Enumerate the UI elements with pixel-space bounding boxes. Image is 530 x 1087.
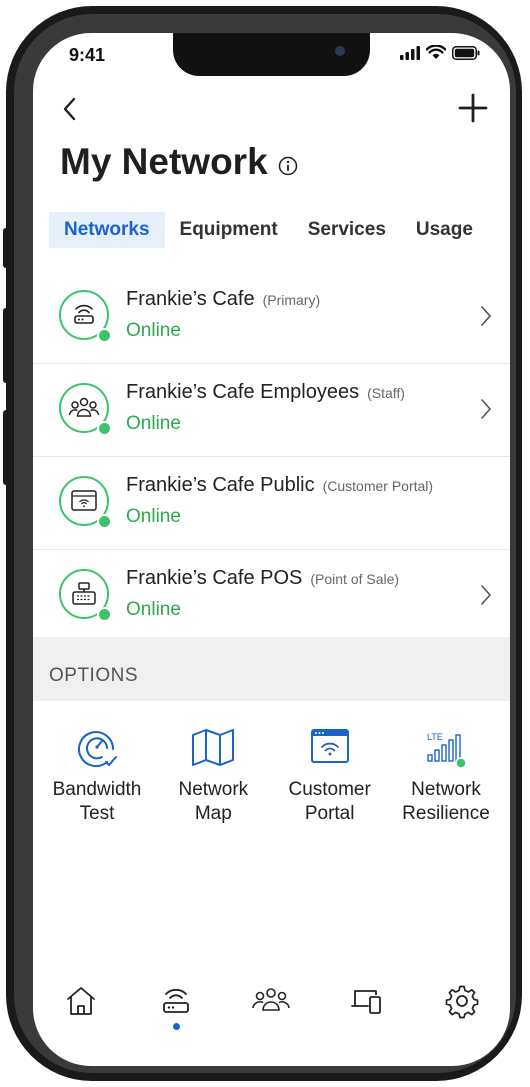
settings-icon: [445, 985, 479, 1019]
options-grid: Bandwidth Test Network Map Customer Port…: [33, 723, 510, 826]
map-icon: [192, 729, 235, 766]
option-icon-wrap: [306, 723, 354, 771]
people-icon: [68, 397, 100, 417]
tab-services[interactable]: Services: [293, 212, 401, 248]
option-label-line1: Customer: [288, 779, 371, 800]
option-label-line1: Bandwidth: [52, 779, 142, 800]
option-network-map[interactable]: Network Map: [157, 723, 269, 826]
mute-switch: [3, 228, 9, 268]
online-indicator: [97, 421, 112, 436]
active-nav-indicator: [172, 1023, 180, 1030]
camera-icon: [335, 46, 345, 56]
network-tag: (Customer Portal): [322, 478, 434, 494]
options-label: OPTIONS: [49, 665, 139, 686]
bottom-nav: [33, 983, 510, 1043]
option-icon-wrap: [189, 723, 237, 771]
option-bandwidth-test[interactable]: Bandwidth Test: [41, 723, 153, 826]
network-tag: (Point of Sale): [310, 571, 400, 587]
option-label-line2: Test: [79, 803, 115, 824]
portal-icon: [71, 490, 97, 511]
tab-networks[interactable]: Networks: [49, 212, 165, 248]
option-label-line2: Resilience: [402, 803, 490, 824]
lte-label: LTE: [427, 732, 443, 742]
network-row-employees[interactable]: Frankie’s Cafe Employees (Staff) Online: [33, 364, 510, 457]
network-name-text: Frankie’s Cafe POS: [126, 567, 303, 589]
network-name-text: Frankie’s Cafe Employees: [126, 381, 360, 403]
router-icon: [163, 988, 189, 1013]
people-icon: [252, 988, 291, 1011]
option-icon-wrap: LTE: [422, 723, 470, 771]
devices-icon: [350, 990, 381, 1014]
nav-people[interactable]: [241, 983, 301, 1039]
option-label: Customer Portal: [288, 778, 370, 826]
option-customer-portal[interactable]: Customer Portal: [274, 723, 386, 826]
tab-usage[interactable]: Usage: [401, 212, 488, 248]
network-tag: (Primary): [262, 292, 321, 308]
online-indicator: [97, 328, 112, 343]
network-status: Online: [126, 320, 181, 341]
volume-down-button: [3, 410, 9, 485]
network-name: Frankie’s Cafe Employees (Staff): [126, 381, 405, 404]
network-name-text: Frankie’s Cafe Public: [126, 474, 315, 496]
page-title-row: My Network: [60, 141, 298, 183]
nav-home[interactable]: [51, 983, 111, 1039]
speedometer-icon: [78, 731, 117, 767]
network-name: Frankie’s Cafe Public (Customer Portal): [126, 474, 433, 497]
wifi-status-icon: [426, 45, 446, 59]
tab-bar: Networks Equipment Services Usage: [49, 212, 488, 248]
network-name: Frankie’s Cafe POS (Point of Sale): [126, 567, 399, 590]
option-label-line2: Portal: [304, 803, 355, 824]
router-icon: [74, 304, 94, 324]
screen: 9:41 My Network Networks Equipment Servi…: [33, 33, 510, 1066]
network-name-text: Frankie’s Cafe: [126, 288, 255, 310]
status-time: 9:41: [69, 45, 106, 65]
option-label-line1: Network: [178, 779, 249, 800]
network-row-pos[interactable]: Frankie’s Cafe POS (Point of Sale) Online: [33, 550, 510, 642]
network-row-public[interactable]: Frankie’s Cafe Public (Customer Portal) O…: [33, 457, 510, 550]
nav-settings[interactable]: [432, 983, 492, 1039]
battery-icon: [452, 45, 480, 60]
portal-icon: [310, 729, 349, 763]
chevron-right-icon: [481, 306, 492, 326]
register-icon: [72, 582, 96, 605]
network-list: Frankie’s Cafe (Primary) Online Frankie’…: [33, 271, 510, 642]
option-label: Network Map: [178, 778, 248, 826]
volume-up-button: [3, 308, 9, 383]
nav-devices[interactable]: [337, 983, 397, 1039]
network-status: Online: [126, 506, 181, 527]
tab-equipment[interactable]: Equipment: [165, 212, 293, 248]
online-indicator: [97, 607, 112, 622]
status-icons: [400, 45, 480, 60]
options-section-header: OPTIONS: [33, 637, 510, 701]
notch: [173, 33, 370, 76]
option-label: Bandwidth Test: [53, 778, 142, 826]
network-tag: (Staff): [367, 385, 405, 401]
option-network-resilience[interactable]: LTE Network Resilience: [390, 723, 502, 826]
network-row-primary[interactable]: Frankie’s Cafe (Primary) Online: [33, 271, 510, 364]
home-icon: [66, 987, 95, 1015]
cellular-signal-icon: [400, 45, 420, 60]
option-label-line1: Network: [411, 779, 481, 800]
nav-network[interactable]: [146, 983, 206, 1039]
back-button[interactable]: [57, 95, 85, 123]
option-label: Network Resilience: [402, 778, 490, 826]
online-indicator: [97, 514, 112, 529]
option-icon-wrap: [73, 723, 121, 771]
lte-signal-icon: LTE: [427, 732, 467, 769]
option-label-line2: Map: [194, 803, 232, 824]
info-icon[interactable]: [278, 156, 298, 176]
phone-device: 9:41 My Network Networks Equipment Servi…: [0, 0, 530, 1087]
network-status: Online: [126, 599, 181, 620]
network-status: Online: [126, 413, 181, 434]
network-name: Frankie’s Cafe (Primary): [126, 288, 320, 311]
page-title: My Network: [60, 141, 268, 182]
chevron-right-icon: [481, 399, 492, 419]
add-button[interactable]: [458, 93, 488, 123]
chevron-right-icon: [481, 585, 492, 605]
